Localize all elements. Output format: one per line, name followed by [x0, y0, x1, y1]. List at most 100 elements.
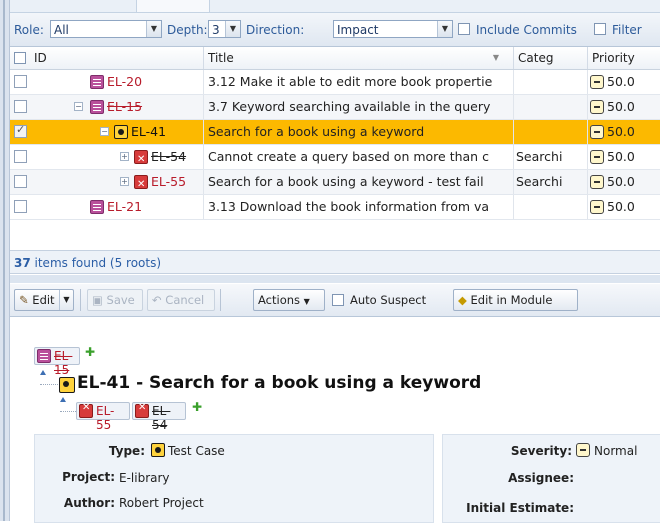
add-parent-icon[interactable]: ✚: [85, 345, 95, 359]
initial-estimate-label: Initial Estimate:: [466, 501, 574, 515]
expand-icon[interactable]: +: [120, 177, 129, 186]
active-tab[interactable]: [136, 0, 210, 12]
cancel-button[interactable]: ↶ Cancel: [147, 289, 215, 311]
table-row[interactable]: EL-21 3.13 Download the book information…: [10, 195, 660, 220]
test-case-icon: [114, 125, 128, 139]
row-title: 3.13 Download the book information from …: [204, 195, 514, 219]
type-label: Type:: [108, 444, 145, 458]
depth-value: 3: [212, 23, 220, 37]
requirement-icon: [37, 349, 51, 363]
detail-panel: EL-15 ✚ EL-41 - Search for a book using …: [10, 317, 660, 523]
child-item-badge[interactable]: EL-54: [132, 402, 186, 432]
toolbar-divider: [80, 289, 81, 311]
module-icon: ◆: [458, 293, 467, 307]
row-title: 3.12 Make it able to edit more book prop…: [204, 70, 514, 94]
save-button[interactable]: ▣ Save: [87, 289, 143, 311]
test-case-icon: [151, 443, 165, 457]
role-select[interactable]: All ▼: [50, 20, 162, 38]
item-id-link[interactable]: EL-20: [107, 70, 142, 94]
priority-icon: [590, 125, 604, 139]
collapse-icon[interactable]: −: [74, 102, 83, 111]
row-priority: 50.0: [607, 174, 635, 189]
column-label: Priority: [592, 51, 635, 65]
row-category: [514, 195, 588, 219]
column-header-title[interactable]: Title ▼: [204, 47, 514, 69]
table-row[interactable]: EL-20 3.12 Make it able to edit more boo…: [10, 70, 660, 95]
panel-splitter[interactable]: [10, 275, 660, 283]
tree-connector: [40, 384, 58, 386]
items-count: 37: [14, 256, 31, 270]
arrow-up-icon: [40, 370, 46, 375]
child-item-id: EL-55: [96, 404, 115, 432]
table-row-selected[interactable]: ✓ − EL-41 Search for a book using a keyw…: [10, 120, 660, 145]
edit-in-module-label: Edit in Module: [470, 293, 553, 307]
cancel-label: Cancel: [165, 293, 205, 307]
direction-select[interactable]: Impact ▼: [333, 20, 453, 38]
include-commits-checkbox[interactable]: [458, 23, 470, 35]
info-box-right: Severity: Normal Assignee: Initial Estim…: [442, 434, 660, 523]
direction-label: Direction:: [246, 23, 305, 37]
column-label: ID: [34, 51, 47, 65]
bug-icon: [135, 402, 149, 418]
auto-suspect-label: Auto Suspect: [350, 293, 427, 307]
row-category: [514, 70, 588, 94]
priority-icon: [590, 100, 604, 114]
expand-icon[interactable]: +: [120, 152, 129, 161]
item-id-link[interactable]: EL-55: [151, 170, 186, 194]
toolbar-divider: [220, 289, 221, 311]
project-label: Project:: [62, 470, 115, 484]
row-priority: 50.0: [607, 74, 635, 89]
chevron-down-icon[interactable]: ▼: [59, 290, 73, 310]
row-category: [514, 120, 588, 144]
filter-bar: Role: All ▼ Depth: 3 ▼ Direction: Impact…: [10, 13, 660, 47]
edit-button[interactable]: ✎ Edit ▼: [14, 289, 74, 311]
left-frame-bar: [0, 0, 10, 521]
priority-icon: [590, 75, 604, 89]
item-id-link[interactable]: EL-54: [151, 145, 186, 169]
collapse-icon[interactable]: −: [100, 127, 109, 136]
sort-icon[interactable]: ▼: [493, 47, 499, 69]
chevron-down-icon: ▼: [437, 21, 452, 37]
role-value: All: [54, 23, 69, 37]
priority-icon: [590, 175, 604, 189]
row-title: Search for a book using a keyword: [204, 120, 514, 144]
grid-empty-area: [10, 220, 660, 250]
filter-checkbox[interactable]: [594, 23, 606, 35]
actions-button[interactable]: Actions ▼: [253, 289, 325, 311]
column-header-id[interactable]: ID: [10, 47, 204, 69]
parent-item-id: EL-15: [54, 349, 73, 377]
item-id-link[interactable]: EL-21: [107, 195, 142, 219]
direction-value: Impact: [337, 23, 379, 37]
depth-select[interactable]: 3 ▼: [208, 20, 241, 38]
project-value[interactable]: E-library: [119, 471, 170, 485]
child-item-badge[interactable]: EL-55: [76, 402, 130, 432]
table-row[interactable]: − EL-15 3.7 Keyword searching available …: [10, 95, 660, 120]
auto-suspect-checkbox[interactable]: [332, 294, 344, 306]
column-header-priority[interactable]: Priority: [588, 47, 660, 69]
severity-label: Severity:: [510, 444, 572, 458]
item-id-link[interactable]: EL-41: [131, 120, 166, 144]
include-commits-label: Include Commits: [476, 23, 577, 37]
column-label: Categ: [518, 51, 554, 65]
severity-value: Normal: [594, 444, 638, 458]
items-found-text: items found (5 roots): [30, 256, 162, 270]
column-header-category[interactable]: Categ: [514, 47, 588, 69]
column-label: Title: [208, 51, 234, 65]
type-value: Test Case: [168, 444, 225, 458]
filter-label: Filter: [612, 23, 642, 37]
requirement-icon: [90, 75, 104, 89]
edit-in-module-button[interactable]: ◆ Edit in Module: [453, 289, 578, 311]
table-row[interactable]: + EL-55 Search for a book using a keywor…: [10, 170, 660, 195]
row-priority: 50.0: [607, 199, 635, 214]
save-label: Save: [106, 293, 135, 307]
status-bar: 37 items found (5 roots): [10, 250, 660, 274]
top-tab-strip: [10, 0, 660, 13]
select-all-checkbox[interactable]: [14, 52, 26, 64]
depth-label: Depth:: [167, 23, 208, 37]
table-row[interactable]: + EL-54 Cannot create a query based on m…: [10, 145, 660, 170]
role-label: Role:: [14, 23, 44, 37]
item-id-link[interactable]: EL-15: [107, 95, 142, 119]
save-icon: ▣: [92, 293, 103, 307]
add-child-icon[interactable]: ✚: [192, 400, 202, 414]
parent-item-badge[interactable]: EL-15: [34, 347, 80, 377]
